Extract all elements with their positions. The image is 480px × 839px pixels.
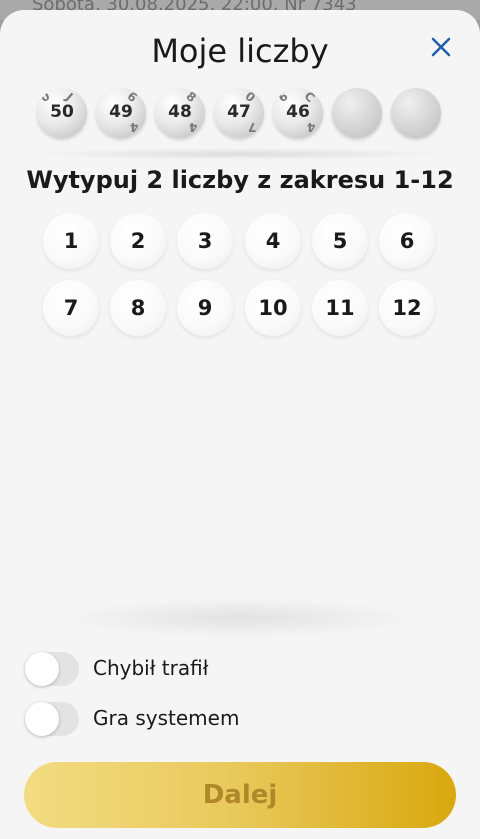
number-ball-7[interactable]: 7 <box>43 280 99 336</box>
my-numbers-sheet: Moje liczby J 0 50 6 4 49 8 4 48 0 7 47 … <box>0 10 480 839</box>
toggle-row-quick-pick: Chybił trafił <box>25 652 425 686</box>
picked-ball-empty-7 <box>391 88 441 138</box>
number-ball-4[interactable]: 4 <box>245 213 301 269</box>
number-ball-1[interactable]: 1 <box>43 213 99 269</box>
picked-ball-number: 49 <box>109 102 133 122</box>
number-ball-12[interactable]: 12 <box>379 280 435 336</box>
toggle-knob <box>25 702 59 736</box>
picked-ball-3: 8 4 48 <box>155 88 205 138</box>
picked-ball-1: J 0 50 <box>37 88 87 138</box>
number-ball-6[interactable]: 6 <box>379 213 435 269</box>
system-play-toggle[interactable] <box>25 702 79 736</box>
picked-ball-2: 6 4 49 <box>96 88 146 138</box>
number-ball-10[interactable]: 10 <box>245 280 301 336</box>
system-play-label: Gra systemem <box>93 706 240 730</box>
quick-pick-toggle[interactable] <box>25 652 79 686</box>
toggle-knob <box>25 652 59 686</box>
picked-ball-number: 46 <box>286 102 310 122</box>
content-shadow <box>60 598 420 638</box>
section-divider <box>30 148 450 160</box>
quick-pick-label: Chybił trafił <box>93 656 209 680</box>
picked-ball-4: 0 7 47 <box>214 88 264 138</box>
close-button[interactable] <box>426 32 456 62</box>
toggle-row-system-play: Gra systemem <box>25 702 425 736</box>
next-button[interactable]: Dalej <box>24 762 456 828</box>
picked-ball-number: 47 <box>227 102 251 122</box>
number-ball-11[interactable]: 11 <box>312 280 368 336</box>
picked-ball-number: 50 <box>50 102 74 122</box>
number-ball-2[interactable]: 2 <box>110 213 166 269</box>
picked-ball-number: 48 <box>168 102 192 122</box>
sheet-title: Moje liczby <box>151 32 329 70</box>
close-icon <box>431 37 451 57</box>
picked-ball-empty-6 <box>332 88 382 138</box>
number-ball-5[interactable]: 5 <box>312 213 368 269</box>
instruction-heading: Wytypuj 2 liczby z zakresu 1-12 <box>26 166 454 194</box>
picked-ball-5: 6 C 4 46 <box>273 88 323 138</box>
number-ball-8[interactable]: 8 <box>110 280 166 336</box>
number-ball-3[interactable]: 3 <box>177 213 233 269</box>
number-ball-9[interactable]: 9 <box>177 280 233 336</box>
